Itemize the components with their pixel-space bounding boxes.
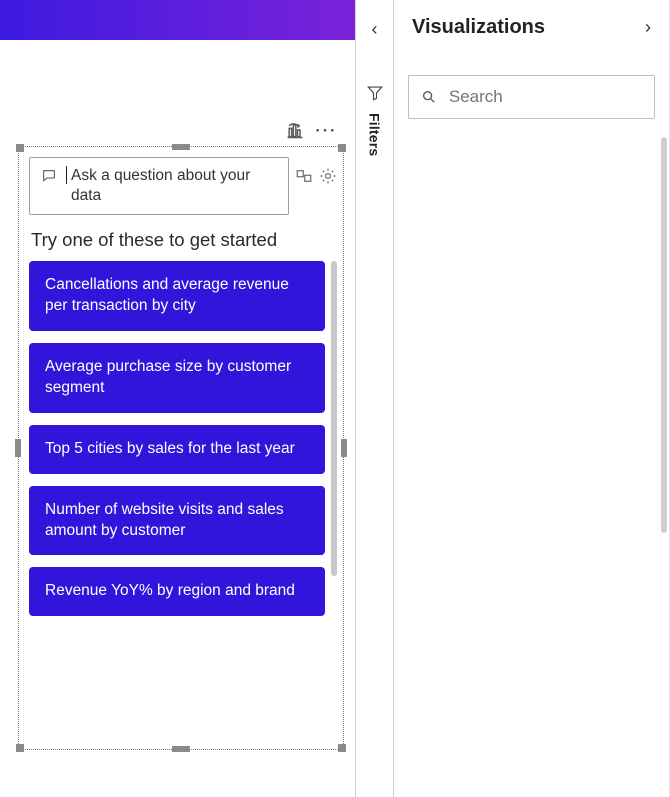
chevron-left-icon[interactable]: ‹	[372, 20, 378, 38]
resize-handle[interactable]	[338, 744, 346, 752]
filters-label: Filters	[367, 113, 383, 156]
resize-handle[interactable]	[16, 144, 24, 152]
qna-suggestion[interactable]: Number of website visits and sales amoun…	[29, 486, 325, 556]
filters-pane-collapsed[interactable]: ‹ Filters	[356, 0, 394, 797]
report-canvas: Ask a question about your data	[0, 0, 356, 797]
visual-header-toolbar	[285, 120, 335, 140]
resize-handle[interactable]	[15, 439, 21, 457]
qna-suggestion[interactable]: Top 5 cities by sales for the last year	[29, 425, 325, 474]
qna-suggestion[interactable]: Average purchase size by customer segmen…	[29, 343, 325, 413]
resize-handle[interactable]	[172, 144, 190, 150]
convert-to-visual-icon[interactable]	[295, 167, 313, 185]
funnel-icon	[366, 84, 384, 105]
resize-handle[interactable]	[338, 144, 346, 152]
suggestions-scrollbar[interactable]	[331, 261, 337, 576]
visual-bar-icon[interactable]	[285, 120, 305, 140]
format-scrollbar[interactable]	[661, 137, 667, 533]
format-search-input[interactable]	[447, 86, 642, 108]
page-header-bar	[0, 0, 355, 40]
qna-placeholder-text: Ask a question about your data	[71, 166, 278, 206]
visualizations-pane: Visualizations ›	[394, 0, 670, 797]
format-search[interactable]	[408, 75, 655, 119]
qna-input[interactable]: Ask a question about your data	[29, 157, 289, 215]
qna-try-one-label: Try one of these to get started	[31, 229, 335, 251]
qna-suggestion[interactable]: Cancellations and average revenue per tr…	[29, 261, 325, 331]
resize-handle[interactable]	[172, 746, 190, 752]
gear-icon[interactable]	[319, 167, 337, 185]
search-icon	[421, 88, 437, 106]
qna-suggestion[interactable]: Revenue YoY% by region and brand	[29, 567, 325, 616]
resize-handle[interactable]	[341, 439, 347, 457]
visual-more-options-icon[interactable]	[315, 120, 335, 140]
qna-visual-container[interactable]: Ask a question about your data	[18, 146, 344, 750]
chevron-right-icon[interactable]: ›	[645, 17, 651, 38]
chat-bubble-icon	[40, 168, 58, 184]
resize-handle[interactable]	[16, 744, 24, 752]
visualizations-title: Visualizations	[412, 16, 545, 39]
